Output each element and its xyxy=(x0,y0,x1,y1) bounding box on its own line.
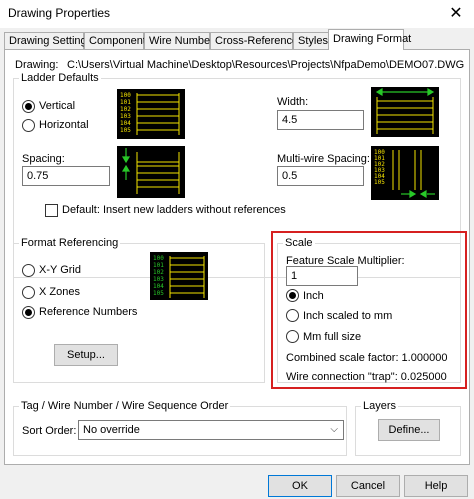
spacing-input[interactable]: 0.75 xyxy=(22,166,110,186)
chevron-down-icon: ⌵ xyxy=(330,424,338,435)
layers-title: Layers xyxy=(361,400,399,412)
spacing-label: Spacing: xyxy=(22,153,65,165)
multiwire-input[interactable]: 0.5 xyxy=(277,166,364,186)
vertical-label: Vertical xyxy=(39,100,76,112)
default-insert-checkbox[interactable] xyxy=(45,204,58,217)
drawing-label: Drawing: xyxy=(15,59,59,71)
inch-label: Inch xyxy=(303,290,324,302)
vertical-radio[interactable] xyxy=(22,100,35,113)
cancel-button[interactable]: Cancel xyxy=(336,475,400,497)
combined-scale-factor: Combined scale factor: 1.000000 xyxy=(286,352,448,364)
rung-number: 105 xyxy=(120,127,131,134)
reference-numbers-label: Reference Numbers xyxy=(39,306,138,318)
sort-order-value: No override xyxy=(83,424,140,436)
setup-button[interactable]: Setup... xyxy=(54,344,118,366)
tab-cross-references[interactable]: Cross-References xyxy=(210,32,304,49)
window-title: Drawing Properties xyxy=(8,6,111,20)
rung-number: 101 xyxy=(120,99,131,106)
horizontal-radio[interactable] xyxy=(22,119,35,132)
inch-scaled-mm-label: Inch scaled to mm xyxy=(303,310,393,322)
mm-full-size-label: Mm full size xyxy=(303,331,362,343)
multiwire-preview: 100 101 102 103 104 105 xyxy=(371,146,439,200)
tab-panel: Drawing: C:\Users\Virtual Machine\Deskto… xyxy=(4,49,470,465)
rung-number: 100 xyxy=(153,255,164,262)
multiwire-label: Multi-wire Spacing: xyxy=(277,153,370,165)
rung-number: 103 xyxy=(153,276,164,283)
inch-radio[interactable] xyxy=(286,289,299,302)
rung-number: 104 xyxy=(120,120,131,127)
rung-number: 105 xyxy=(153,290,164,297)
rung-number: 103 xyxy=(120,113,131,120)
inch-scaled-mm-radio[interactable] xyxy=(286,309,299,322)
ladder-defaults-title: Ladder Defaults xyxy=(19,72,101,84)
format-referencing-title: Format Referencing xyxy=(19,237,121,249)
tab-styles[interactable]: Styles xyxy=(293,32,329,49)
tab-wire-numbers[interactable]: Wire Numbers xyxy=(144,32,219,49)
spacing-preview xyxy=(117,146,185,198)
width-input[interactable]: 4.5 xyxy=(277,110,364,130)
xy-grid-label: X-Y Grid xyxy=(39,264,81,276)
reference-numbers-preview: 100 101 102 103 104 105 xyxy=(150,252,208,300)
define-layers-button[interactable]: Define... xyxy=(378,419,440,441)
vertical-ladder-preview: 100 101 102 103 104 105 xyxy=(117,89,185,139)
rung-number: 100 xyxy=(120,92,131,99)
title-bar: Drawing Properties ✕ xyxy=(0,0,474,28)
x-zones-label: X Zones xyxy=(39,286,80,298)
ok-button[interactable]: OK xyxy=(268,475,332,497)
rung-number: 102 xyxy=(120,106,131,113)
mm-full-size-radio[interactable] xyxy=(286,330,299,343)
x-zones-radio[interactable] xyxy=(22,286,35,299)
tab-drawing-settings[interactable]: Drawing Settings xyxy=(4,32,92,49)
rung-number: 105 xyxy=(374,179,385,186)
sort-order-label: Sort Order: xyxy=(22,425,77,437)
drawing-path: C:\Users\Virtual Machine\Desktop\Resourc… xyxy=(67,59,465,71)
sort-order-select[interactable]: No override ⌵ xyxy=(78,420,344,440)
width-label: Width: xyxy=(277,96,309,108)
horizontal-label: Horizontal xyxy=(39,119,89,131)
tag-order-title: Tag / Wire Number / Wire Sequence Order xyxy=(19,400,231,412)
rung-number: 102 xyxy=(153,269,164,276)
tab-components[interactable]: Components xyxy=(84,32,151,49)
default-insert-label: Default: Insert new ladders without refe… xyxy=(62,204,286,216)
rung-number: 104 xyxy=(153,283,164,290)
tab-drawing-format[interactable]: Drawing Format xyxy=(328,29,411,50)
rung-number: 101 xyxy=(153,262,164,269)
xy-grid-radio[interactable] xyxy=(22,264,35,277)
feature-scale-input[interactable]: 1 xyxy=(286,266,358,286)
width-preview xyxy=(371,87,439,137)
close-icon[interactable]: ✕ xyxy=(442,4,470,24)
wire-connection-trap: Wire connection "trap": 0.025000 xyxy=(286,371,447,383)
help-button[interactable]: Help xyxy=(404,475,468,497)
reference-numbers-radio[interactable] xyxy=(22,306,35,319)
